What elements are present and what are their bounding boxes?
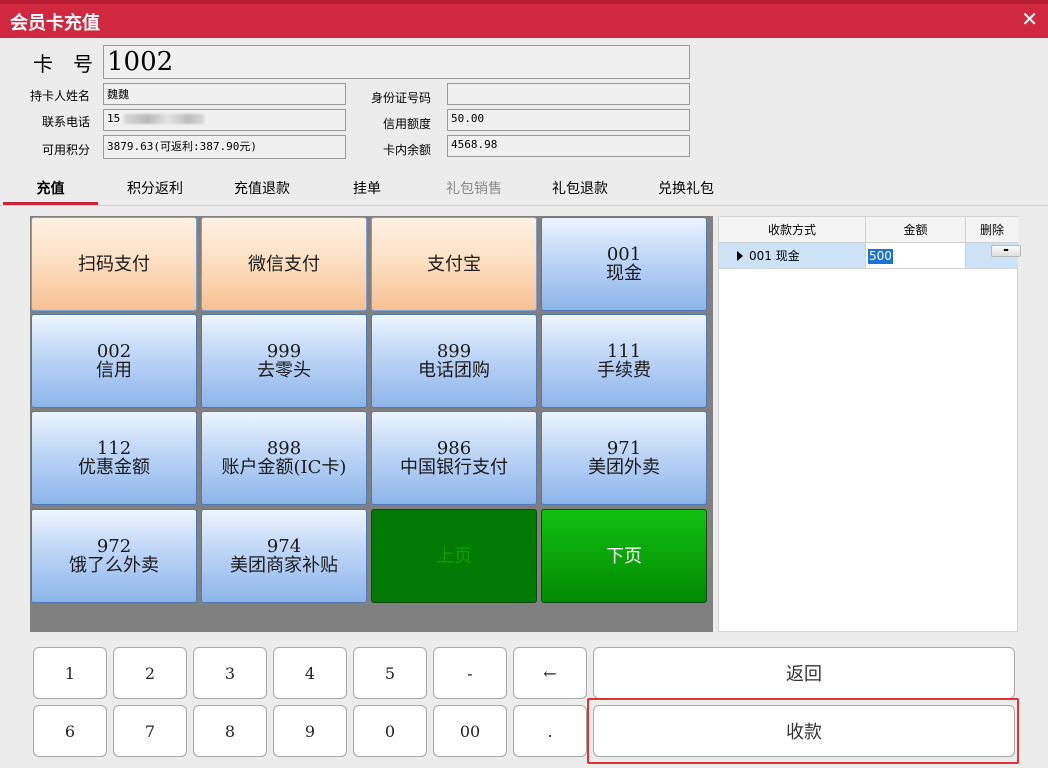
holder-field[interactable]: 魏魏 xyxy=(103,83,346,105)
keypad-key[interactable]: . xyxy=(513,705,587,757)
payment-method-name: 上页 xyxy=(436,545,472,567)
payment-method-code: 898 xyxy=(266,438,302,459)
payment-method-name: 电话团购 xyxy=(418,360,490,381)
delete-row-button[interactable]: - xyxy=(991,243,1021,257)
payment-method-name: 下页 xyxy=(606,545,642,567)
payment-method-name: 信用 xyxy=(96,360,132,381)
amount-value[interactable]: 500 xyxy=(868,249,893,264)
keypad-key[interactable]: 5 xyxy=(353,647,427,699)
credit-label: 信用额度 xyxy=(382,117,431,131)
credit-field[interactable]: 50.00 xyxy=(447,109,690,131)
points-label: 可用积分 xyxy=(41,143,90,157)
col-header-method: 收款方式 xyxy=(719,217,866,243)
title-bar: 会员卡充值 ✕ xyxy=(0,0,1048,38)
payment-method-button[interactable]: 上页 xyxy=(371,509,537,603)
payment-method-name: 微信支付 xyxy=(248,253,320,275)
payment-method-button[interactable]: 002 信用 xyxy=(31,314,197,408)
collect-highlight-frame xyxy=(587,698,1019,764)
payment-method-button[interactable]: 974 美团商家补贴 xyxy=(201,509,367,603)
payment-method-code: 002 xyxy=(96,341,132,362)
payment-method-button[interactable]: 999 去零头 xyxy=(201,314,367,408)
payment-method-name: 美团外卖 xyxy=(588,457,660,478)
back-button[interactable]: 返回 xyxy=(593,647,1015,699)
tab-hold-order[interactable]: 挂单 xyxy=(337,178,397,198)
close-icon[interactable]: ✕ xyxy=(1021,8,1038,30)
tab-points-rebate[interactable]: 积分返利 xyxy=(110,178,200,198)
keypad-key[interactable]: 3 xyxy=(193,647,267,699)
payment-method-name: 去零头 xyxy=(257,360,311,381)
points-field[interactable]: 3879.63(可返利:387.90元) xyxy=(103,135,346,159)
keypad-key[interactable]: 1 xyxy=(33,647,107,699)
id-label: 身份证号码 xyxy=(370,91,431,105)
tab-gift-pack-sale[interactable]: 礼包销售 xyxy=(429,178,519,198)
payment-method-name: 美团商家补贴 xyxy=(230,555,338,576)
balance-field[interactable]: 4568.98 xyxy=(447,135,690,157)
col-header-amount: 金额 xyxy=(866,217,966,243)
payment-method-button[interactable]: 111 手续费 xyxy=(541,314,707,408)
payment-method-name: 中国银行支付 xyxy=(400,457,508,478)
payment-method-name: 优惠金额 xyxy=(78,457,150,478)
keypad-key[interactable]: 6 xyxy=(33,705,107,757)
holder-label: 持卡人姓名 xyxy=(29,89,90,103)
keypad-key[interactable]: 9 xyxy=(273,705,347,757)
payment-method-code: 111 xyxy=(606,341,642,362)
row-indicator-icon xyxy=(737,251,743,261)
payment-method-code: 986 xyxy=(436,438,472,459)
balance-label: 卡内余额 xyxy=(382,143,431,157)
phone-field[interactable]: 15 xyxy=(103,109,346,131)
payment-method-name: 支付宝 xyxy=(427,253,481,275)
tab-recharge-refund[interactable]: 充值退款 xyxy=(217,178,307,198)
payment-method-button[interactable]: 001 现金 xyxy=(541,217,707,311)
payment-method-button[interactable]: 972 饿了么外卖 xyxy=(31,509,197,603)
payment-method-code: 972 xyxy=(96,536,132,557)
payment-method-button[interactable]: 899 电话团购 xyxy=(371,314,537,408)
keypad-key[interactable]: 00 xyxy=(433,705,507,757)
col-header-delete: 删除 xyxy=(966,217,1018,243)
keypad-key[interactable]: - xyxy=(433,647,507,699)
tab-bar: 充值 积分返利 充值退款 挂单 礼包销售 礼包退款 兑换礼包 xyxy=(0,172,1048,206)
payment-method-name: 饿了么外卖 xyxy=(69,555,159,576)
blurred-phone-digits xyxy=(124,114,205,124)
keypad-key[interactable]: 8 xyxy=(193,705,267,757)
keypad-key[interactable]: 2 xyxy=(113,647,187,699)
window-title: 会员卡充值 xyxy=(10,13,100,34)
phone-label: 联系电话 xyxy=(41,115,90,129)
payment-method-code: 974 xyxy=(266,536,302,557)
payment-method-button[interactable]: 971 美团外卖 xyxy=(541,411,707,505)
keypad-key[interactable]: 4 xyxy=(273,647,347,699)
tab-redeem-gift-pack[interactable]: 兑换礼包 xyxy=(641,178,731,198)
card-no-field[interactable]: 1002 xyxy=(103,45,690,79)
payment-method-name: 账户金额(IC卡) xyxy=(221,457,347,478)
payment-method-name: 手续费 xyxy=(597,360,651,381)
active-tab-underline xyxy=(3,202,98,205)
row-amount-cell[interactable]: 500 xyxy=(866,243,966,269)
payment-method-name: 扫码支付 xyxy=(78,253,150,275)
keypad-key[interactable]: 0 xyxy=(353,705,427,757)
payment-method-code: 112 xyxy=(96,438,132,459)
keypad-key[interactable]: ← xyxy=(513,647,587,699)
payment-method-name: 现金 xyxy=(606,263,642,284)
tab-recharge[interactable]: 充值 xyxy=(3,178,98,198)
payment-method-button[interactable]: 下页 xyxy=(541,509,707,603)
payment-method-button[interactable]: 扫码支付 xyxy=(31,217,197,311)
payment-method-code: 999 xyxy=(266,341,302,362)
payment-method-button[interactable]: 微信支付 xyxy=(201,217,367,311)
payment-method-button[interactable]: 支付宝 xyxy=(371,217,537,311)
payment-method-button[interactable]: 986 中国银行支付 xyxy=(371,411,537,505)
card-no-label: 卡号 xyxy=(33,52,113,76)
tab-gift-pack-refund[interactable]: 礼包退款 xyxy=(535,178,625,198)
keypad-key[interactable]: 7 xyxy=(113,705,187,757)
payments-table: 收款方式 金额 删除 001 现金 500 - xyxy=(718,216,1021,632)
payment-method-button[interactable]: 112 优惠金额 xyxy=(31,411,197,505)
payment-method-button[interactable]: 898 账户金额(IC卡) xyxy=(201,411,367,505)
payment-method-code: 899 xyxy=(436,341,472,362)
payment-method-code: 971 xyxy=(606,438,642,459)
phone-value: 15 xyxy=(107,112,121,125)
id-field[interactable] xyxy=(447,83,690,105)
payment-method-code: 001 xyxy=(606,244,642,265)
